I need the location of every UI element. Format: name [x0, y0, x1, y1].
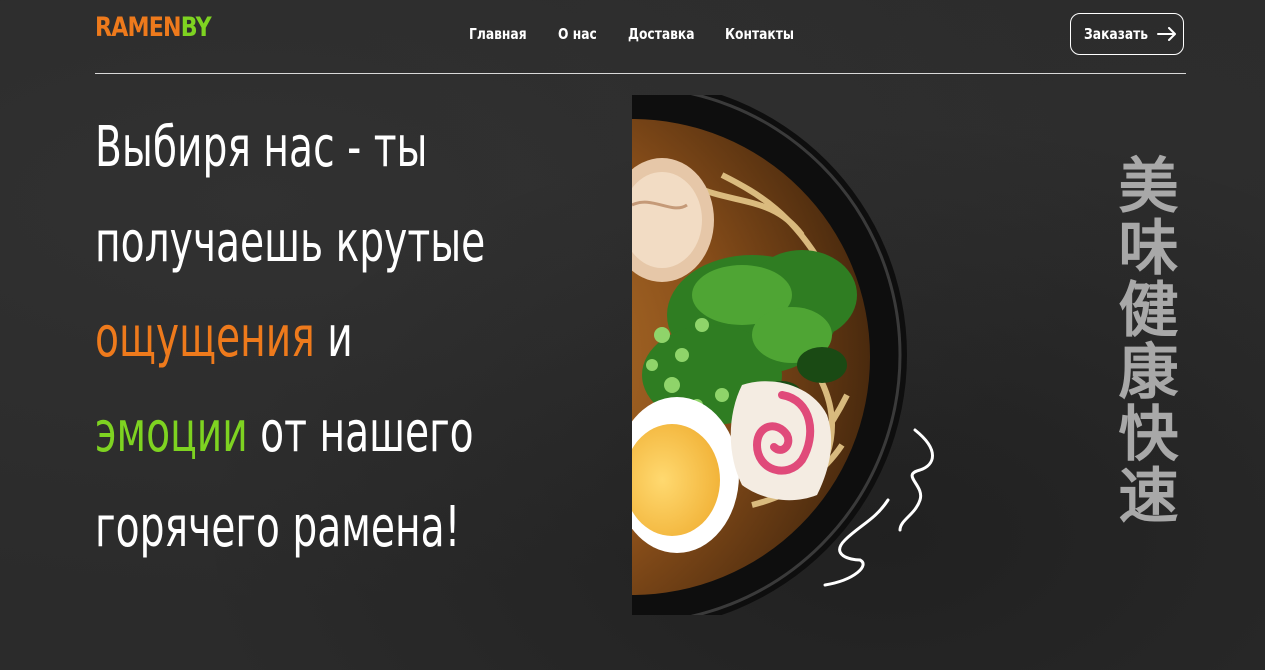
- header-divider: [95, 73, 1186, 74]
- order-button[interactable]: Заказать: [1070, 13, 1184, 55]
- arrow-right-icon: [1157, 27, 1177, 41]
- logo-text-ramen: RAMEN: [95, 12, 182, 43]
- headline-accent-emotions: эмоции: [95, 400, 248, 465]
- headline-line-4-rest: от нашего: [247, 400, 474, 465]
- nav-home[interactable]: Главная: [469, 22, 527, 46]
- headline-line-3: ощущения и: [95, 290, 487, 385]
- nav-about[interactable]: О нас: [558, 22, 597, 46]
- hero-headline: Выбиря нас - ты получаешь крутые ощущени…: [95, 100, 655, 575]
- headline-line-5: горячего рамена!: [95, 495, 461, 560]
- headline-line-1: Выбиря нас - ты: [95, 115, 428, 180]
- nav-delivery[interactable]: Доставка: [628, 22, 695, 46]
- headline-accent-sensations: ощущения: [95, 305, 315, 370]
- vertical-chinese-text: 美味健康快速: [1108, 154, 1178, 526]
- nav-contacts[interactable]: Контакты: [725, 22, 794, 46]
- decorative-squiggle-icon: [823, 428, 934, 587]
- logo[interactable]: RAMENBY: [95, 10, 212, 46]
- logo-text-by: BY: [180, 12, 212, 43]
- headline-line-2: получаешь крутые: [95, 210, 486, 275]
- headline-line-3-rest: и: [314, 305, 353, 370]
- headline-line-4: эмоции от нашего: [95, 385, 487, 480]
- order-button-label: Заказать: [1083, 25, 1149, 43]
